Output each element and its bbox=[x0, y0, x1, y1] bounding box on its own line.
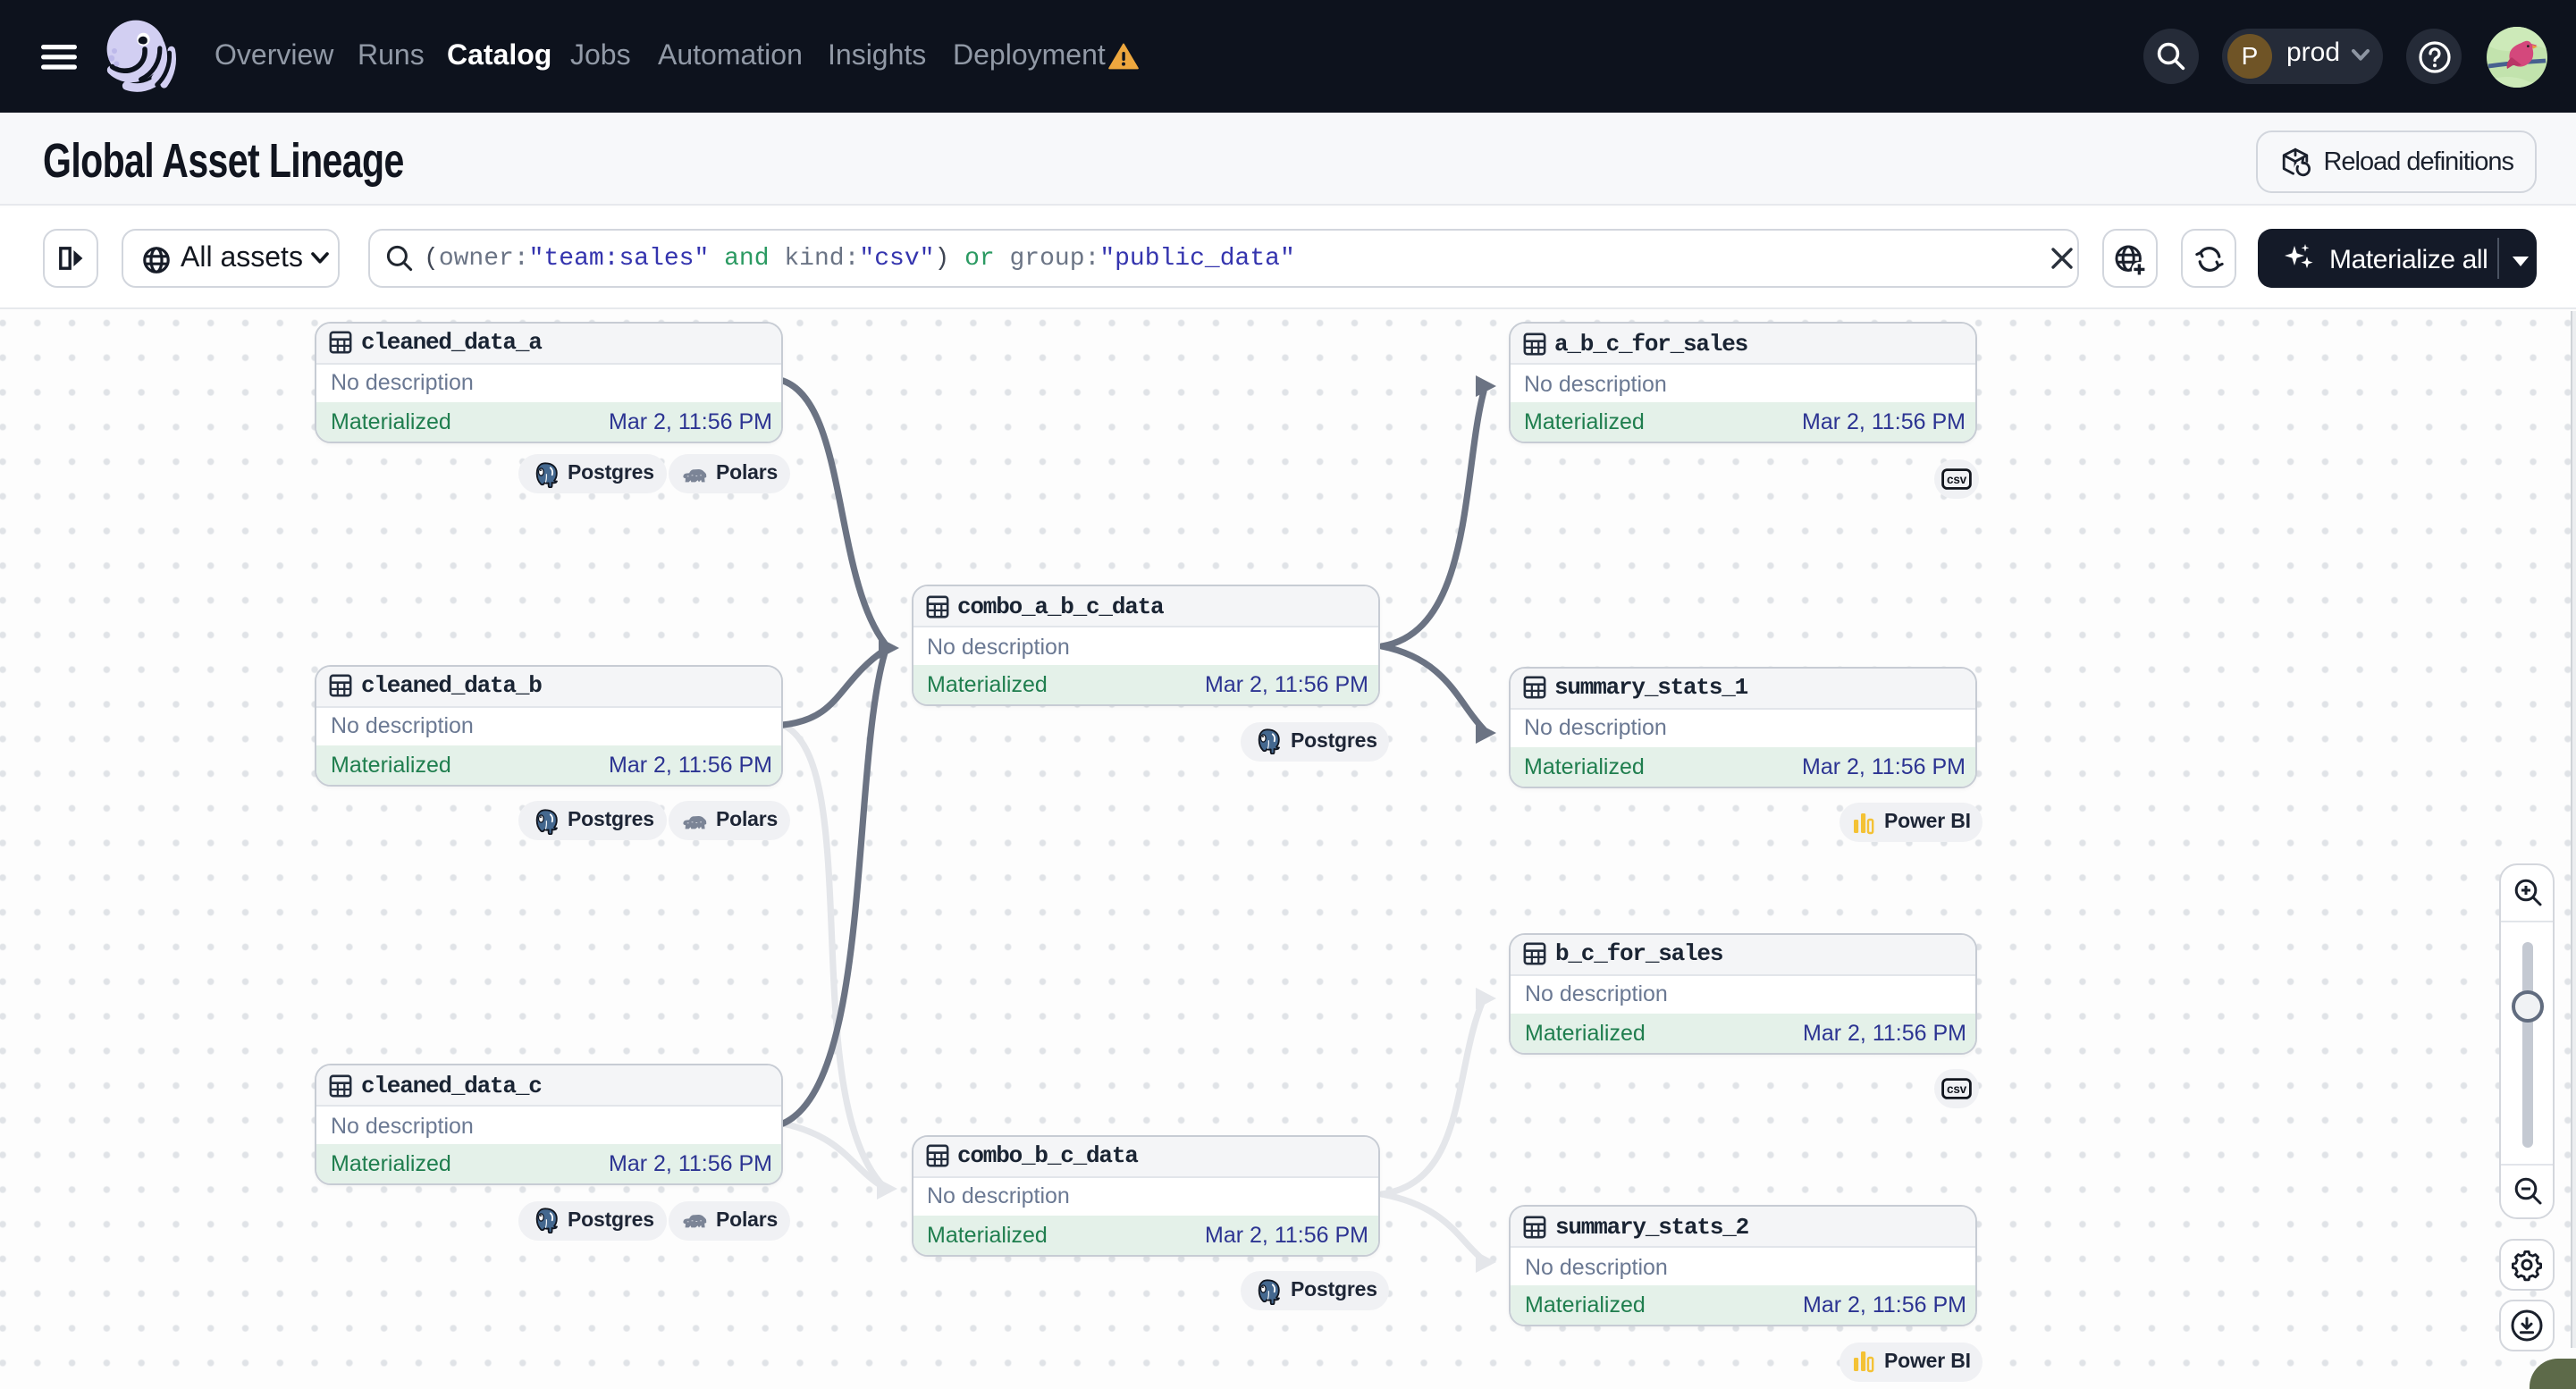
svg-text:csv: csv bbox=[1947, 1082, 1967, 1096]
svg-text:csv: csv bbox=[1947, 472, 1967, 485]
